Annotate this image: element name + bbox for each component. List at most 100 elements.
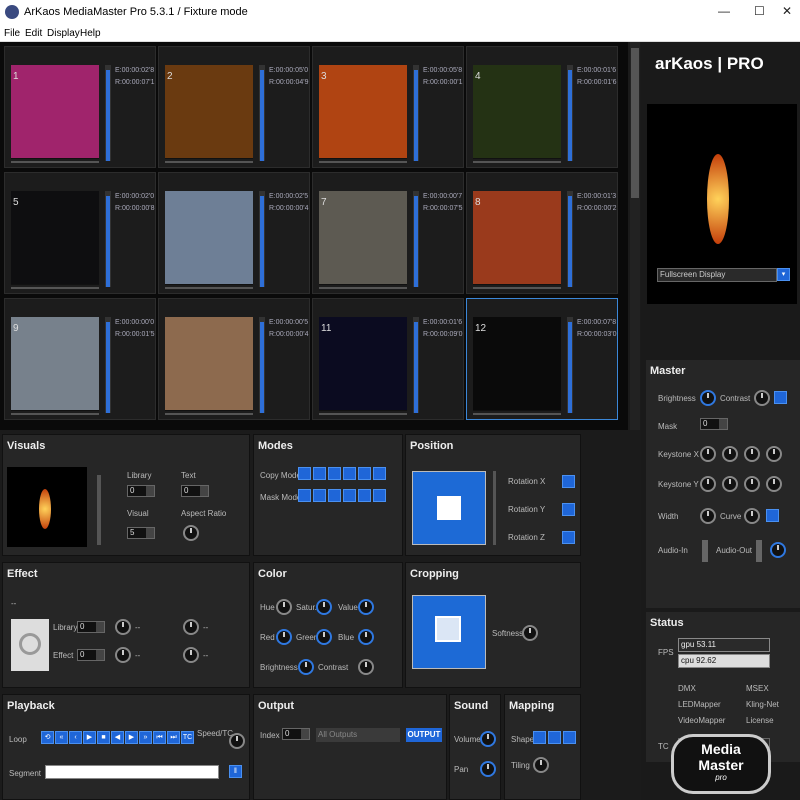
keystone-x-knob[interactable] <box>722 446 738 462</box>
playback-button[interactable]: « <box>55 731 68 744</box>
mask-mode-button[interactable] <box>373 489 386 502</box>
tiling-knob[interactable] <box>533 757 549 773</box>
aspect-ratio-knob[interactable] <box>183 525 199 541</box>
level-bar[interactable] <box>105 65 111 161</box>
level-bar[interactable] <box>259 65 265 161</box>
level-bar[interactable] <box>413 65 419 161</box>
master-link-button[interactable] <box>774 391 787 404</box>
copy-mode-button[interactable] <box>358 467 371 480</box>
visual-cell[interactable]: 12 E:00:00:07'8 R:00:00:03'0 <box>466 298 618 420</box>
crop-pad[interactable] <box>412 595 486 669</box>
visual-cell[interactable]: 5 E:00:00:02'0 R:00:00:00'8 <box>4 172 156 294</box>
keystone-x-knob[interactable] <box>700 446 716 462</box>
softness-knob[interactable] <box>522 625 538 641</box>
mask-mode-button[interactable] <box>343 489 356 502</box>
pan-knob[interactable] <box>480 761 496 777</box>
mask-spinner[interactable]: 0 <box>700 418 728 430</box>
copy-mode-button[interactable] <box>298 467 311 480</box>
keystone-y-knob[interactable] <box>766 476 782 492</box>
playback-button[interactable]: ▶ <box>125 731 138 744</box>
playback-button[interactable]: ⟲ <box>41 731 54 744</box>
copy-mode-button[interactable] <box>373 467 386 480</box>
keystone-y-knob[interactable] <box>722 476 738 492</box>
progress-bar[interactable] <box>473 161 561 163</box>
green-knob[interactable] <box>316 629 332 645</box>
hue-knob[interactable] <box>276 599 292 615</box>
shape-button-3[interactable] <box>563 731 576 744</box>
value-knob[interactable] <box>358 599 374 615</box>
output-button[interactable]: OUTPUT <box>406 728 442 742</box>
blue-knob[interactable] <box>358 629 374 645</box>
width-knob[interactable] <box>700 508 716 524</box>
progress-bar[interactable] <box>319 287 407 289</box>
visual-cell[interactable]: 7 E:00:00:00'7 R:00:00:07'5 <box>312 172 464 294</box>
keystone-y-knob[interactable] <box>700 476 716 492</box>
position-pad[interactable] <box>412 471 486 545</box>
playback-button[interactable]: ⏮ <box>153 731 166 744</box>
keystone-x-knob[interactable] <box>766 446 782 462</box>
level-bar[interactable] <box>259 317 265 413</box>
saturation-knob[interactable] <box>316 599 332 615</box>
menu-display[interactable]: Display <box>47 28 80 39</box>
copy-mode-button[interactable] <box>343 467 356 480</box>
level-bar[interactable] <box>413 317 419 413</box>
rotation-y-button[interactable] <box>562 503 575 516</box>
index-spinner[interactable]: 0 <box>282 728 310 740</box>
progress-bar[interactable] <box>165 287 253 289</box>
effect-library-spinner[interactable]: 0 <box>77 621 105 633</box>
curve-button[interactable] <box>766 509 779 522</box>
text-spinner[interactable]: 0 <box>181 485 209 497</box>
playback-button[interactable]: ▶ <box>83 731 96 744</box>
mask-mode-button[interactable] <box>298 489 311 502</box>
progress-bar[interactable] <box>11 413 99 415</box>
output-select[interactable]: All Outputs <box>316 728 400 742</box>
pause-button[interactable]: ‖ <box>229 765 242 778</box>
display-dropdown-icon[interactable]: ▾ <box>777 268 790 281</box>
rotation-x-button[interactable] <box>562 475 575 488</box>
progress-bar[interactable] <box>473 287 561 289</box>
playback-button[interactable]: ◀ <box>111 731 124 744</box>
maximize-button[interactable]: ☐ <box>754 4 765 18</box>
master-brightness-knob[interactable] <box>700 390 716 406</box>
level-bar[interactable] <box>105 191 111 287</box>
visual-cell[interactable]: 8 E:00:00:01'3 R:00:00:00'2 <box>466 172 618 294</box>
minimize-button[interactable]: — <box>718 4 730 18</box>
level-bar[interactable] <box>567 191 573 287</box>
copy-mode-button[interactable] <box>328 467 341 480</box>
color-brightness-knob[interactable] <box>298 659 314 675</box>
visual-spinner[interactable]: 5 <box>127 527 155 539</box>
progress-bar[interactable] <box>11 287 99 289</box>
visual-cell[interactable]: 2 E:00:00:05'0 R:00:00:04'9 <box>158 46 310 168</box>
library-spinner[interactable]: 0 <box>127 485 155 497</box>
keystone-x-knob[interactable] <box>744 446 760 462</box>
menu-help[interactable]: Help <box>80 28 101 39</box>
progress-bar[interactable] <box>319 161 407 163</box>
visual-fader[interactable] <box>97 475 101 545</box>
visual-cell[interactable]: E:00:00:00'5 R:00:00:00'4 <box>158 298 310 420</box>
visual-cell[interactable]: 4 E:00:00:01'6 R:00:00:01'6 <box>466 46 618 168</box>
grid-scrollbar[interactable] <box>630 42 640 430</box>
tc-button[interactable]: TC <box>181 731 194 744</box>
visual-cell[interactable]: 3 E:00:00:05'8 R:00:00:00'1 <box>312 46 464 168</box>
progress-bar[interactable] <box>165 161 253 163</box>
shape-button-1[interactable] <box>533 731 546 744</box>
shape-button-2[interactable] <box>548 731 561 744</box>
visual-cell[interactable]: 11 E:00:00:01'6 R:00:00:09'0 <box>312 298 464 420</box>
speed-knob[interactable] <box>229 733 245 749</box>
effect-param4-knob[interactable] <box>183 647 199 663</box>
visual-cell[interactable]: E:00:00:02'5 R:00:00:00'4 <box>158 172 310 294</box>
level-bar[interactable] <box>413 191 419 287</box>
playback-button[interactable]: ‹ <box>69 731 82 744</box>
mask-mode-button[interactable] <box>313 489 326 502</box>
progress-bar[interactable] <box>11 161 99 163</box>
mask-mode-button[interactable] <box>328 489 341 502</box>
visual-cell[interactable]: 1 E:00:00:02'8 R:00:00:07'1 <box>4 46 156 168</box>
position-fader[interactable] <box>493 471 496 545</box>
rotation-z-button[interactable] <box>562 531 575 544</box>
visual-cell[interactable]: 9 E:00:00:00'0 R:00:00:01'5 <box>4 298 156 420</box>
level-bar[interactable] <box>259 191 265 287</box>
level-bar[interactable] <box>567 65 573 161</box>
progress-bar[interactable] <box>319 413 407 415</box>
effect-effect-spinner[interactable]: 0 <box>77 649 105 661</box>
menu-edit[interactable]: Edit <box>25 28 42 39</box>
